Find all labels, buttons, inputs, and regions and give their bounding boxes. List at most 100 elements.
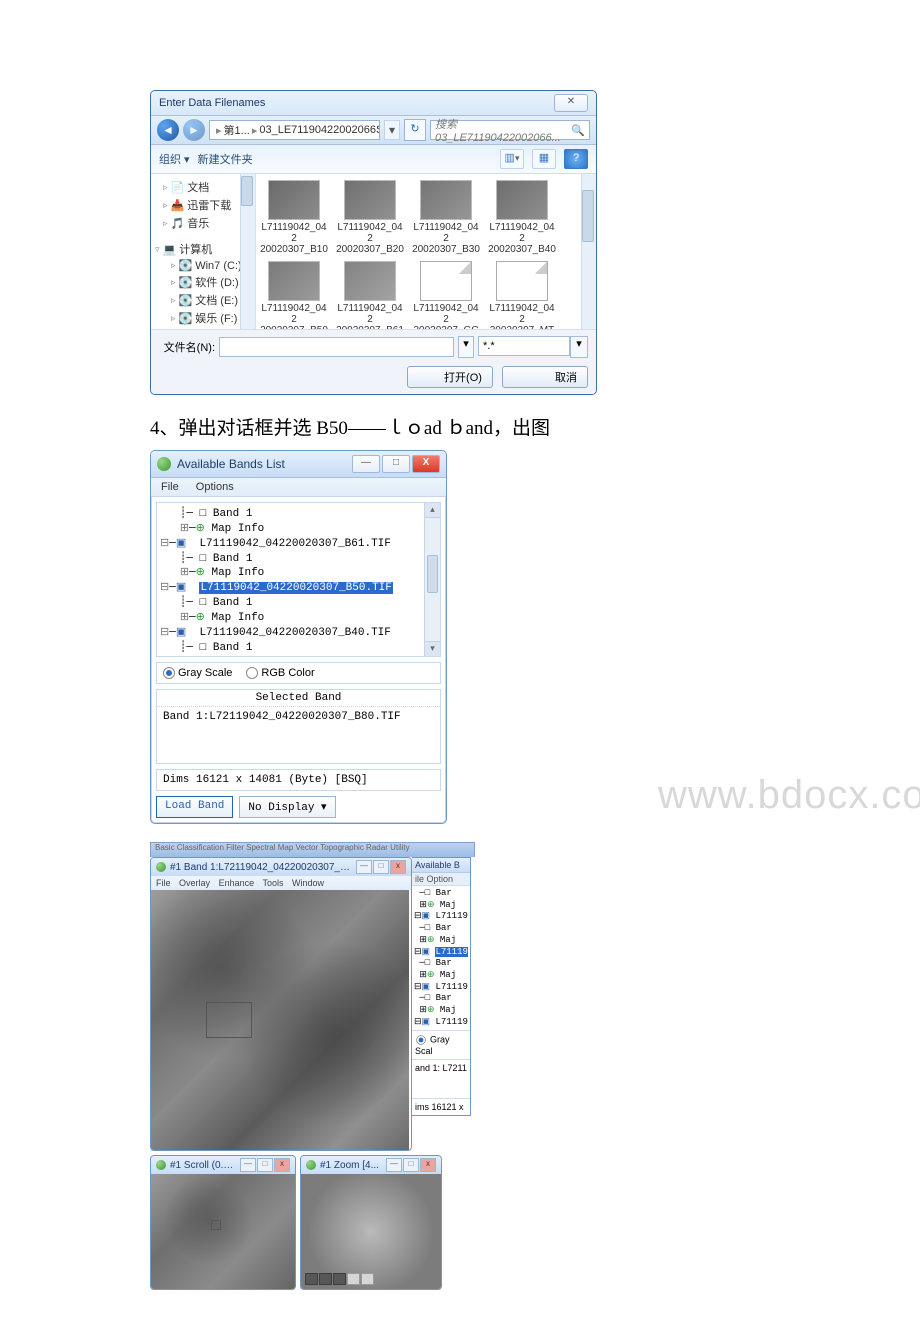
view-mode-button[interactable]: ▥▾ bbox=[500, 149, 524, 169]
abl-side-dims: ims 16121 x bbox=[412, 1098, 470, 1115]
radio-rgb[interactable]: RGB Color bbox=[246, 667, 314, 679]
open-button[interactable]: 打开(O) bbox=[407, 366, 493, 388]
file-item-gcp[interactable]: L71119042_04220020307_GCP bbox=[412, 261, 480, 329]
zoom-quick-buttons[interactable] bbox=[305, 1273, 374, 1285]
radio-gray[interactable]: Gray Scale bbox=[163, 667, 232, 679]
zoom-min[interactable]: — bbox=[386, 1158, 402, 1172]
step-4-text: 4、弹出对话框并选 B50——ｌｏad ｂand，出图 bbox=[150, 413, 780, 440]
load-band-button[interactable]: Load Band bbox=[156, 796, 233, 818]
abl-selected-band: Selected Band Band 1:L72119042_042200203… bbox=[156, 689, 441, 764]
dialog-close-button[interactable]: ✕ bbox=[554, 94, 588, 112]
display-title: #1 Band 1:L72119042_04220020307_B80.TIF bbox=[170, 862, 352, 873]
sidebar-drive-e[interactable]: 文档 (E:) bbox=[195, 292, 238, 308]
abl-tree-scrollbar[interactable]: ▴▾ bbox=[424, 503, 440, 656]
dialog-toolbar: 组织 ▾ 新建文件夹 ▥▾ ▦ ? bbox=[151, 145, 596, 174]
search-box[interactable]: 搜索 03_LE71190422002066... 🔍 bbox=[430, 120, 590, 140]
zoom-close[interactable]: x bbox=[420, 1158, 436, 1172]
filename-input[interactable] bbox=[219, 337, 454, 357]
scroll-image[interactable] bbox=[151, 1174, 295, 1289]
abl-title-text: Available Bands List bbox=[177, 457, 346, 471]
refresh-button[interactable]: ↻ bbox=[404, 119, 426, 141]
preview-pane-button[interactable]: ▦ bbox=[532, 149, 556, 169]
abl-menu-file[interactable]: File bbox=[161, 481, 179, 493]
abl-menubar: File Options bbox=[151, 478, 446, 497]
scroll-title: #1 Scroll (0.01588) bbox=[170, 1160, 236, 1171]
sidebar-docs[interactable]: 文档 bbox=[187, 179, 209, 195]
breadcrumb-seg1: 第1... bbox=[224, 122, 250, 138]
file-item-b40[interactable]: L71119042_04220020307_B40 bbox=[488, 180, 556, 255]
abl-tree[interactable]: ┊─ □ Band 1 ⊞─⊕ Map Info ⊟─▣ L71119042_0… bbox=[156, 502, 441, 657]
dialog-title: Enter Data Filenames bbox=[159, 97, 265, 109]
abl-side-menu: ile Option bbox=[412, 873, 470, 886]
display-minimize[interactable]: — bbox=[356, 860, 372, 874]
abl-dims: Dims 16121 x 14081 (Byte) [BSQ] bbox=[156, 769, 441, 791]
scroll-window: #1 Scroll (0.01588) —□x bbox=[150, 1155, 296, 1290]
watermark: www.bdocx.com bbox=[658, 773, 920, 818]
zoom-image[interactable] bbox=[301, 1174, 441, 1289]
file-item-b50[interactable]: L71119042_04220020307_B50 bbox=[260, 261, 328, 329]
display-image[interactable] bbox=[151, 890, 409, 1150]
cancel-button[interactable]: 取消 bbox=[502, 366, 588, 388]
envi-display-group: Basic Classification Filter Spectral Map… bbox=[150, 842, 475, 1290]
breadcrumb-dropdown[interactable]: ▾ bbox=[384, 120, 400, 140]
file-item-mtl[interactable]: L71119042_04220020307_MTL bbox=[488, 261, 556, 329]
disp-menu-file[interactable]: File bbox=[156, 878, 171, 888]
dialog-titlebar: Enter Data Filenames ✕ bbox=[151, 91, 596, 116]
abl-maximize-button[interactable]: □ bbox=[382, 455, 410, 473]
sidebar-drive-d[interactable]: 软件 (D:) bbox=[195, 274, 238, 290]
abl-menu-options[interactable]: Options bbox=[196, 481, 234, 493]
file-item-b20[interactable]: L71119042_04220020307_B20 bbox=[336, 180, 404, 255]
filter-dropdown[interactable]: ▾ bbox=[570, 336, 588, 358]
display-icon bbox=[156, 862, 166, 872]
sidebar-download[interactable]: 迅雷下载 bbox=[187, 197, 231, 213]
new-folder-button[interactable]: 新建文件夹 bbox=[198, 151, 253, 167]
back-button[interactable]: ◄ bbox=[157, 119, 179, 141]
sidebar-scrollbar[interactable] bbox=[240, 174, 255, 329]
filter-combo[interactable]: *.* bbox=[478, 336, 570, 356]
abl-close-button[interactable]: X bbox=[412, 455, 440, 473]
disp-menu-enhance[interactable]: Enhance bbox=[219, 878, 255, 888]
sidebar-computer[interactable]: 计算机 bbox=[179, 241, 212, 257]
search-placeholder: 搜索 03_LE71190422002066... bbox=[435, 116, 569, 144]
scroll-max[interactable]: □ bbox=[257, 1158, 273, 1172]
display-close[interactable]: x bbox=[390, 860, 406, 874]
help-button[interactable]: ? bbox=[564, 149, 588, 169]
search-icon: 🔍 bbox=[571, 124, 585, 137]
no-display-dropdown[interactable]: No Display ▾ bbox=[239, 796, 335, 818]
abl-side-panel: Available B ile Option ─□ Bar ⊞⊕ Maj ⊟▣ … bbox=[412, 857, 471, 1116]
zoom-max[interactable]: □ bbox=[403, 1158, 419, 1172]
sidebar-drive-c[interactable]: Win7 (C:) bbox=[195, 260, 241, 272]
forward-button[interactable]: ► bbox=[183, 119, 205, 141]
file-pane: L71119042_04220020307_B10 L71119042_0422… bbox=[256, 174, 596, 329]
file-item-b61[interactable]: L71119042_04220020307_B61 bbox=[336, 261, 404, 329]
abl-display-mode: Gray Scale RGB Color bbox=[156, 662, 441, 684]
sidebar-music[interactable]: 音乐 bbox=[187, 215, 209, 231]
scroll-close[interactable]: x bbox=[274, 1158, 290, 1172]
file-item-b10[interactable]: L71119042_04220020307_B10 bbox=[260, 180, 328, 255]
app-icon bbox=[157, 457, 171, 471]
abl-selected-header: Selected Band bbox=[157, 690, 440, 707]
breadcrumb-seg2: 03_LE71190422002066SGS00_0203... bbox=[259, 124, 380, 136]
breadcrumb[interactable]: ▸ 第1... ▸ 03_LE71190422002066SGS00_0203.… bbox=[209, 120, 380, 140]
zoom-title: #1 Zoom [4... bbox=[320, 1160, 382, 1171]
filename-dropdown[interactable]: ▾ bbox=[458, 336, 474, 358]
envi-main-menu[interactable]: Basic Classification Filter Spectral Map… bbox=[150, 842, 475, 857]
abl-minimize-button[interactable]: — bbox=[352, 455, 380, 473]
abl-selected-body: Band 1:L72119042_04220020307_B80.TIF bbox=[157, 707, 440, 763]
disp-menu-tools[interactable]: Tools bbox=[262, 878, 283, 888]
scroll-view-box[interactable] bbox=[211, 1220, 221, 1230]
organize-button[interactable]: 组织 ▾ bbox=[159, 151, 190, 167]
sidebar-drive-f[interactable]: 娱乐 (F:) bbox=[195, 310, 237, 326]
zoom-icon bbox=[306, 1160, 316, 1170]
file-item-b30[interactable]: L71119042_04220020307_B30 bbox=[412, 180, 480, 255]
zoom-window: #1 Zoom [4... —□x bbox=[300, 1155, 442, 1290]
disp-menu-overlay[interactable]: Overlay bbox=[179, 878, 210, 888]
filepane-scrollbar[interactable] bbox=[581, 174, 596, 329]
file-open-dialog: Enter Data Filenames ✕ ◄ ► ▸ 第1... ▸ 03_… bbox=[150, 90, 597, 395]
scroll-min[interactable]: — bbox=[240, 1158, 256, 1172]
display-maximize[interactable]: □ bbox=[373, 860, 389, 874]
display-roi-box[interactable] bbox=[206, 1002, 252, 1038]
dialog-bottom: 文件名(N): ▾ *.* ▾ 打开(O) 取消 bbox=[151, 329, 596, 394]
disp-menu-window[interactable]: Window bbox=[292, 878, 324, 888]
dialog-nav: ◄ ► ▸ 第1... ▸ 03_LE71190422002066SGS00_0… bbox=[151, 116, 596, 145]
